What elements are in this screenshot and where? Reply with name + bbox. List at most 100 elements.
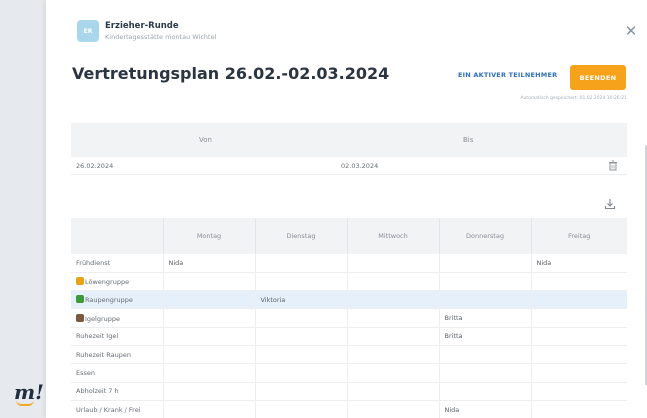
finish-button[interactable]: BEENDEN <box>570 65 626 90</box>
schedule-cell[interactable]: Nida <box>439 400 532 418</box>
von-date[interactable]: 26.02.2024 <box>76 162 113 170</box>
schedule-row-label: Abholzeit 7 h <box>71 382 164 401</box>
schedule-cell[interactable] <box>347 272 440 292</box>
day-header: Montag <box>163 218 256 254</box>
active-participants-link[interactable]: EIN AKTIVER TEILNEHMER <box>458 71 557 79</box>
schedule-cell[interactable] <box>255 400 348 418</box>
schedule-row-label: Ruhezeit Igel <box>71 327 164 346</box>
day-header: Mittwoch <box>347 218 440 254</box>
schedule-cell[interactable] <box>255 272 348 292</box>
schedule-cell[interactable] <box>347 382 440 401</box>
schedule-row-label: Ruhezeit Raupen <box>71 345 164 365</box>
close-icon[interactable]: ✕ <box>624 24 638 39</box>
schedule-table: Montag Dienstag Mittwoch Donnerstag Freitag … <box>71 218 627 418</box>
schedule-row-label-text: Frühdienst <box>76 258 111 267</box>
autosave-status: Automatisch gespeichert: 01.02.2024 10:2… <box>520 96 627 101</box>
schedule-row: Essen <box>71 363 627 383</box>
schedule-cell[interactable] <box>347 363 440 383</box>
schedule-cell[interactable] <box>163 382 256 401</box>
schedule-row-label: Raupengruppe <box>71 290 164 310</box>
group-subtitle: Kindertagesstätte montau Wichtel <box>105 33 217 41</box>
schedule-cell[interactable] <box>531 272 627 292</box>
schedule-row-label: Essen <box>71 363 164 383</box>
schedule-row-label-text: Raupengruppe <box>85 296 133 305</box>
schedule-cell[interactable] <box>347 400 440 418</box>
von-header: Von <box>199 136 212 144</box>
schedule-cell[interactable] <box>531 363 627 383</box>
lion-icon <box>76 276 84 285</box>
schedule-row-label-text: Igelgruppe <box>85 314 121 323</box>
vertretungsplan-modal: ER Erzieher-Runde Kindertagesstätte mont… <box>46 0 647 418</box>
page-title: Vertretungsplan 26.02.-02.03.2024 <box>72 64 390 83</box>
schedule-row-label-text: Abholzeit 7 h <box>76 387 119 396</box>
schedule-cell[interactable] <box>531 345 627 365</box>
schedule-corner-header <box>71 218 164 254</box>
schedule-row: Igelgruppe Britta <box>71 308 627 328</box>
schedule-cell[interactable] <box>255 382 348 401</box>
schedule-cell[interactable]: Britta <box>439 327 532 346</box>
schedule-cell[interactable] <box>163 272 256 292</box>
schedule-row-label: Urlaub / Krank / Frei <box>71 400 164 418</box>
schedule-cell[interactable] <box>163 290 256 310</box>
schedule-cell[interactable] <box>531 308 627 328</box>
group-name: Erzieher-Runde <box>105 21 179 31</box>
trash-icon[interactable] <box>608 160 618 171</box>
schedule-row-label-text: Ruhezeit Raupen <box>76 350 132 359</box>
schedule-row: Ruhezeit Raupen <box>71 345 627 365</box>
schedule-cell[interactable] <box>163 327 256 346</box>
schedule-cell[interactable] <box>255 327 348 346</box>
bis-date[interactable]: 02.03.2024 <box>341 162 378 170</box>
schedule-row: Urlaub / Krank / Frei Nida <box>71 400 627 418</box>
schedule-cell[interactable]: Nida <box>163 254 256 273</box>
caterpillar-icon <box>76 295 84 304</box>
schedule-row-label-text: Ruhezeit Igel <box>76 332 119 341</box>
hedgehog-icon <box>76 313 84 322</box>
schedule-cell[interactable] <box>255 308 348 328</box>
schedule-row: Frühdienst Nida Nida <box>71 254 627 273</box>
schedule-row-label: Frühdienst <box>71 254 164 273</box>
schedule-cell[interactable] <box>531 400 627 418</box>
schedule-row: Löwengruppe <box>71 272 627 292</box>
schedule-cell[interactable] <box>255 363 348 383</box>
schedule-row-label-text: Löwengruppe <box>85 277 130 286</box>
schedule-cell[interactable] <box>347 308 440 328</box>
schedule-row: Abholzeit 7 h <box>71 382 627 401</box>
schedule-cell[interactable] <box>163 400 256 418</box>
date-range-table: Von Bis 26.02.2024 02.03.2024 <box>71 123 627 175</box>
schedule-cell[interactable] <box>255 345 348 365</box>
day-header: Dienstag <box>255 218 348 254</box>
schedule-cell[interactable] <box>163 345 256 365</box>
schedule-cell[interactable] <box>439 290 532 310</box>
schedule-cell[interactable] <box>347 327 440 346</box>
date-range-row: 26.02.2024 02.03.2024 <box>71 157 627 175</box>
schedule-cell[interactable] <box>347 290 440 310</box>
schedule-cell[interactable] <box>439 345 532 365</box>
schedule-cell[interactable]: Nida <box>531 254 627 273</box>
schedule-cell[interactable] <box>439 254 532 273</box>
schedule-cell[interactable] <box>347 254 440 273</box>
schedule-cell[interactable] <box>163 308 256 328</box>
schedule-cell[interactable] <box>163 363 256 383</box>
schedule-row-label: Igelgruppe <box>71 308 164 328</box>
schedule-cell[interactable] <box>531 327 627 346</box>
schedule-cell[interactable] <box>531 290 627 310</box>
schedule-row-label-text: Urlaub / Krank / Frei <box>76 405 141 414</box>
schedule-row-label: Löwengruppe <box>71 272 164 292</box>
schedule-cell[interactable] <box>439 272 532 292</box>
schedule-cell[interactable] <box>347 345 440 365</box>
schedule-row: Raupengruppe Viktoria <box>71 290 627 310</box>
group-header: ER Erzieher-Runde Kindertagesstätte mont… <box>77 20 377 44</box>
schedule-cell[interactable]: Viktoria <box>255 290 348 310</box>
bis-header: Bis <box>463 136 474 144</box>
app-logo: m! <box>14 380 44 406</box>
schedule-cell[interactable]: Britta <box>439 308 532 328</box>
schedule-cell[interactable] <box>531 382 627 401</box>
schedule-cell[interactable] <box>255 254 348 273</box>
day-header: Freitag <box>531 218 627 254</box>
date-range-header: Von Bis <box>71 123 627 157</box>
download-icon[interactable] <box>604 195 616 210</box>
day-header: Donnerstag <box>439 218 532 254</box>
schedule-header-row: Montag Dienstag Mittwoch Donnerstag Freitag <box>71 218 627 254</box>
schedule-cell[interactable] <box>439 363 532 383</box>
schedule-cell[interactable] <box>439 382 532 401</box>
